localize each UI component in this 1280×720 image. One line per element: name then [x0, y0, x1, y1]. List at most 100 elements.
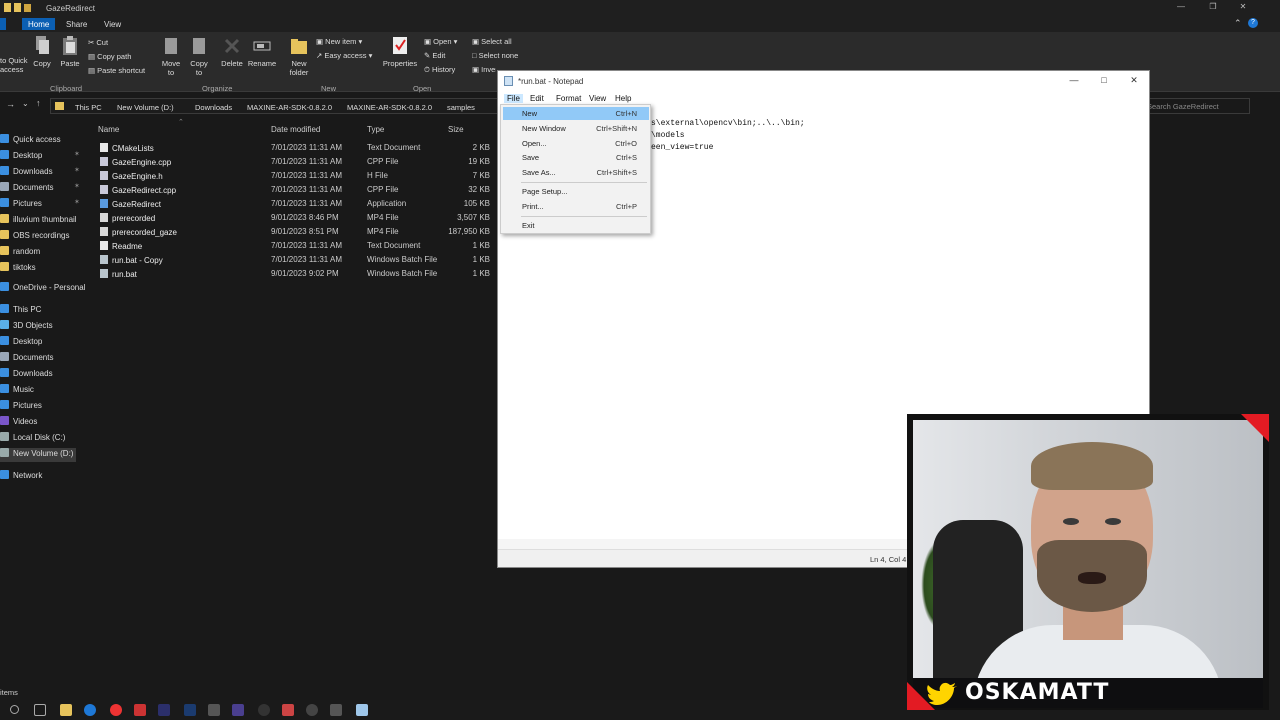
copy-button[interactable]: Copy — [32, 36, 52, 68]
task-view-icon[interactable] — [34, 704, 46, 716]
column-header-date[interactable]: Date modified — [271, 125, 320, 134]
edit-button[interactable]: ✎ Edit — [424, 51, 445, 60]
app-icon[interactable] — [282, 704, 294, 716]
cut-button[interactable]: ✂ Cut — [88, 38, 108, 47]
delete-button[interactable]: Delete — [218, 36, 246, 68]
new-item-button[interactable]: ▣ New item ▾ — [316, 37, 362, 46]
chrome-icon[interactable] — [110, 704, 122, 716]
select-none-button[interactable]: □ Select none — [472, 51, 518, 60]
quick-access-toolbar-icon[interactable] — [4, 3, 31, 13]
file-menu-item[interactable]: Save Ctrl+S — [503, 151, 649, 164]
minimize-button[interactable]: — — [1166, 2, 1196, 14]
nav-item[interactable]: Pictures ✶ — [0, 198, 80, 212]
file-row[interactable]: prerecorded_gaze 9/01/2023 8:51 PM MP4 Fil… — [100, 226, 498, 240]
file-row[interactable]: Readme 7/01/2023 11:31 AM Text Document 1 K… — [100, 240, 498, 254]
menu-file[interactable]: File — [504, 94, 523, 103]
invert-selection-button[interactable]: ▣ Invert selection — [472, 65, 496, 74]
tab-file[interactable] — [0, 18, 6, 30]
notepad-close-button[interactable]: ✕ — [1120, 75, 1148, 86]
copy-to-button[interactable]: Copy to — [188, 36, 210, 77]
nav-item[interactable]: Local Disk (C:) — [0, 432, 65, 446]
help-icon[interactable]: ? — [1248, 18, 1258, 28]
menu-help[interactable]: Help — [612, 94, 634, 103]
notepad-taskbar-icon[interactable] — [356, 704, 368, 716]
back-icon[interactable]: → — [6, 99, 15, 109]
file-row[interactable]: run.bat - Copy 7/01/2023 11:31 AM Windows … — [100, 254, 498, 268]
menu-view[interactable]: View — [586, 94, 609, 103]
file-menu-item[interactable]: New Window Ctrl+Shift+N — [503, 122, 649, 135]
nav-item[interactable]: This PC — [0, 304, 41, 318]
app-icon[interactable] — [208, 704, 220, 716]
properties-button[interactable]: Properties — [382, 36, 418, 68]
pin-icon[interactable]: ✶ — [74, 198, 80, 206]
file-row[interactable]: GazeEngine.h 7/01/2023 11:31 AM H File 7 KB — [100, 170, 498, 184]
nav-item[interactable]: Desktop — [0, 336, 42, 350]
tab-view[interactable]: View — [98, 18, 127, 30]
nav-item[interactable]: Documents ✶ — [0, 182, 80, 196]
paste-shortcut-button[interactable]: ▤ Paste shortcut — [88, 66, 145, 75]
breadcrumb-downloads[interactable]: Downloads — [195, 103, 232, 112]
nav-item[interactable]: random — [0, 246, 40, 260]
copy-path-button[interactable]: ▤ Copy path — [88, 52, 131, 61]
photoshop-icon[interactable] — [184, 704, 196, 716]
app-icon[interactable] — [306, 704, 318, 716]
file-row[interactable]: GazeEngine.cpp 7/01/2023 11:31 AM CPP File… — [100, 156, 498, 170]
file-menu-item[interactable]: Page Setup... — [503, 185, 649, 198]
move-to-button[interactable]: Move to — [160, 36, 182, 77]
file-menu-item[interactable]: New Ctrl+N — [503, 107, 649, 120]
open-button[interactable]: ▣ Open ▾ — [424, 37, 457, 46]
pin-icon[interactable]: ✶ — [74, 166, 80, 174]
pin-icon[interactable]: ✶ — [74, 150, 80, 158]
breadcrumb-maxine-1[interactable]: MAXINE-AR-SDK-0.8.2.0 — [247, 103, 332, 112]
app-icon[interactable] — [134, 704, 146, 716]
file-row[interactable]: prerecorded 9/01/2023 8:46 PM MP4 File 3,50… — [100, 212, 498, 226]
menu-edit[interactable]: Edit — [527, 94, 547, 103]
obs-icon[interactable] — [258, 704, 270, 716]
breadcrumb-new-volume[interactable]: New Volume (D:) — [117, 103, 174, 112]
address-path[interactable]: This PC New Volume (D:) Downloads MAXINE… — [50, 98, 500, 114]
nav-item[interactable]: New Volume (D:) — [0, 448, 76, 462]
file-explorer-taskbar-icon[interactable] — [60, 704, 72, 716]
column-header-size[interactable]: Size — [448, 125, 464, 134]
easy-access-button[interactable]: ↗ Easy access ▾ — [316, 51, 372, 60]
nav-item[interactable]: OBS recordings — [0, 230, 69, 244]
nav-item[interactable]: Network — [0, 470, 42, 484]
file-menu-item[interactable]: Print... Ctrl+P — [503, 200, 649, 213]
nav-item[interactable]: Music — [0, 384, 34, 398]
app-icon[interactable] — [232, 704, 244, 716]
history-button[interactable]: ⏱ History — [424, 65, 455, 75]
pin-to-quick-access-button[interactable]: to Quick access — [0, 56, 30, 74]
tab-home[interactable]: Home — [22, 18, 56, 30]
breadcrumb-maxine-2[interactable]: MAXINE-AR-SDK-0.8.2.0 — [347, 103, 432, 112]
up-icon[interactable]: ↑ — [36, 98, 41, 108]
edge-icon[interactable] — [84, 704, 96, 716]
nav-item[interactable]: illuvium thumbnail — [0, 214, 77, 228]
new-folder-button[interactable]: New folder — [286, 36, 312, 77]
collapse-ribbon-icon[interactable]: ⌃ — [1234, 18, 1242, 29]
close-button[interactable]: ✕ — [1228, 2, 1258, 14]
breadcrumb-this-pc[interactable]: This PC — [75, 103, 102, 112]
file-row[interactable]: run.bat 9/01/2023 9:02 PM Windows Batch Fi… — [100, 268, 498, 282]
maximize-button[interactable]: ❐ — [1198, 2, 1228, 14]
file-row[interactable]: CMakeLists 7/01/2023 11:31 AM Text Documen… — [100, 142, 498, 156]
breadcrumb-samples[interactable]: samples — [447, 103, 475, 112]
nav-item[interactable]: 3D Objects — [0, 320, 53, 334]
nav-item[interactable]: Pictures — [0, 400, 42, 414]
notepad-maximize-button[interactable]: □ — [1090, 75, 1118, 85]
premiere-icon[interactable] — [158, 704, 170, 716]
pin-icon[interactable]: ✶ — [74, 182, 80, 190]
nav-item[interactable]: OneDrive - Personal — [0, 282, 85, 296]
nav-item[interactable]: Desktop ✶ — [0, 150, 80, 164]
file-menu-item[interactable]: Open... Ctrl+O — [503, 137, 649, 150]
nav-item[interactable]: Documents — [0, 352, 53, 366]
file-row[interactable]: GazeRedirect.cpp 7/01/2023 11:31 AM CPP Fi… — [100, 184, 498, 198]
nav-item[interactable]: Quick access — [0, 134, 61, 148]
menu-format[interactable]: Format — [553, 94, 584, 103]
nav-item[interactable]: Downloads — [0, 368, 53, 382]
recent-locations-icon[interactable]: ⌄ — [22, 99, 29, 108]
nav-item[interactable]: Downloads ✶ — [0, 166, 80, 180]
search-icon[interactable] — [10, 705, 19, 714]
nav-item[interactable]: tiktoks — [0, 262, 36, 276]
file-menu-item[interactable]: Exit — [503, 219, 649, 232]
file-menu-item[interactable]: Save As... Ctrl+Shift+S — [503, 166, 649, 179]
